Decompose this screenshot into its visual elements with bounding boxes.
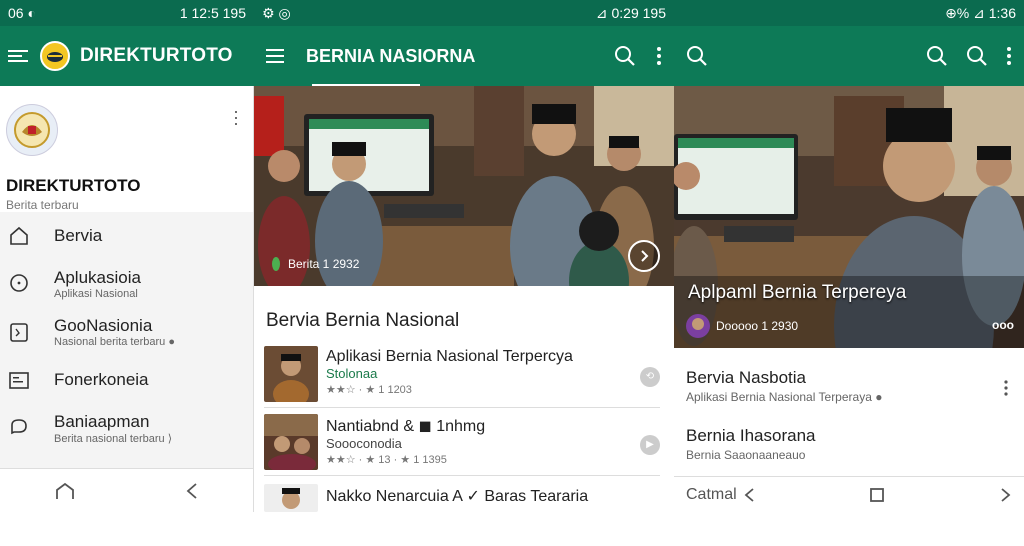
news-icon bbox=[8, 369, 30, 391]
article-list: Bervia Nasbotia Aplikasi Bernia Nasional… bbox=[674, 358, 1024, 474]
forward-icon[interactable] bbox=[1000, 487, 1012, 503]
hero-caption: Dooooo 1 2930 bbox=[686, 314, 798, 338]
drawer-item-baniaapman[interactable]: BaniaapmanBerita nasional terbaru ⟩ bbox=[0, 404, 253, 452]
article-thumbnail bbox=[264, 484, 318, 512]
document-icon bbox=[8, 321, 30, 343]
screen-title: BERNIA NASIORNA bbox=[306, 46, 594, 67]
list-item[interactable]: Bernia Ihasorana Bernia Saaonaaneauo bbox=[674, 416, 1024, 474]
drawer-item-bervia[interactable]: Bervia bbox=[0, 212, 253, 260]
nav-footer bbox=[0, 468, 253, 512]
item-title: Bervia Nasbotia bbox=[686, 368, 1012, 388]
item-subtitle: Bernia Saaonaaneauo bbox=[686, 448, 1012, 462]
home-icon bbox=[8, 225, 30, 247]
menu-icon[interactable] bbox=[266, 49, 286, 63]
article-title: Nakko Nenarcuia A ✓ Baras Teararia bbox=[326, 486, 660, 506]
list-item[interactable]: Aplikasi Bernia Nasional Terpercya Stolo… bbox=[264, 346, 660, 408]
hero-caption-text: Berita 1 2932 bbox=[288, 257, 359, 271]
avatar bbox=[686, 314, 710, 338]
article-meta: ★★☆ · ★ 13 · ★ 1 1395 bbox=[326, 453, 632, 466]
drawer-item-sub: Aplikasi Nasional bbox=[54, 288, 141, 300]
drawer-item-label: Baniaapman bbox=[54, 412, 172, 432]
article-meta: ★★☆ · ★ 1 1203 bbox=[326, 383, 632, 396]
app-bar bbox=[674, 26, 1024, 86]
recents-icon[interactable] bbox=[869, 487, 885, 503]
section-title: Bervia Bernia Nasional bbox=[266, 310, 459, 332]
back-icon bbox=[743, 487, 755, 503]
article-thumbnail bbox=[264, 346, 318, 402]
more-vert-icon[interactable] bbox=[1004, 380, 1008, 396]
featured-image[interactable]: Dooooo 1 2930 ooo bbox=[674, 86, 1024, 348]
list-item[interactable]: Nakko Nenarcuia A ✓ Baras Teararia bbox=[264, 484, 660, 546]
drawer-item-label: Bervia bbox=[54, 226, 102, 246]
article-title: Aplikasi Bernia Nasional Terpercya bbox=[326, 348, 632, 366]
featured-title: Aplpaml Bernia Terpereya bbox=[688, 282, 906, 304]
status-bar: 06 ◐ 1 12:5 195 bbox=[0, 0, 254, 26]
drawer-subtitle: Berita terbaru bbox=[6, 198, 247, 212]
more-vert-icon[interactable] bbox=[656, 46, 662, 66]
nav-home-icon[interactable] bbox=[54, 481, 76, 501]
leaf-icon bbox=[270, 256, 282, 272]
menu-icon[interactable] bbox=[8, 48, 30, 64]
app-title: DIREKTURTOTO bbox=[80, 45, 233, 67]
drawer-title: DIREKTURTOTO bbox=[6, 176, 247, 196]
drawer-item-goonasional[interactable]: GooNasioniaNasional berita terbaru ● bbox=[0, 308, 253, 356]
search-icon[interactable] bbox=[614, 45, 636, 67]
drawer-item-label: Fonerkoneia bbox=[54, 370, 149, 390]
article-title: Nantiabnd & ◼ 1nhmg bbox=[326, 416, 632, 436]
article-tag: Stolonaa bbox=[326, 366, 632, 381]
hero-caption: Berita 1 2932 bbox=[270, 256, 359, 272]
comment-icon bbox=[8, 417, 30, 439]
emblem-icon bbox=[6, 104, 58, 156]
bottom-label: Catmal bbox=[686, 486, 737, 504]
next-arrow-icon[interactable] bbox=[628, 240, 660, 272]
status-bar: ⊕% ⊿ 1:36 bbox=[674, 0, 1024, 26]
status-bar: ⚙ ◎ ⊿ 0:29 195 bbox=[254, 0, 674, 26]
drawer-item-label: GooNasionia bbox=[54, 316, 175, 336]
list-item[interactable]: Nantiabnd & ◼ 1nhmg Soooconodia ★★☆ · ★ … bbox=[264, 414, 660, 476]
status-left: ⚙ ◎ bbox=[262, 5, 291, 22]
search-icon[interactable] bbox=[926, 45, 948, 67]
search-icon[interactable] bbox=[686, 45, 708, 67]
more-vert-icon[interactable] bbox=[1006, 46, 1012, 66]
status-right: 1 12:5 195 bbox=[180, 5, 246, 21]
list-item[interactable]: Bervia Nasbotia Aplikasi Bernia Nasional… bbox=[674, 358, 1024, 416]
app-bar: DIREKTURTOTO bbox=[0, 26, 254, 86]
navigation-drawer: ··· DIREKTURTOTO Berita terbaru Bervia A… bbox=[0, 86, 254, 512]
hero-badge: ooo bbox=[992, 318, 1014, 332]
drawer-item-sub: Nasional berita terbaru ● bbox=[54, 336, 175, 348]
drawer-header: ··· DIREKTURTOTO Berita terbaru bbox=[0, 86, 253, 212]
app-bar: BERNIA NASIORNA bbox=[254, 26, 674, 86]
nav-back-button[interactable]: Catmal bbox=[686, 486, 755, 504]
hero-caption-text: Dooooo 1 2930 bbox=[716, 319, 798, 333]
drawer-item-label: Aplukasioia bbox=[54, 268, 141, 288]
item-title: Bernia Ihasorana bbox=[686, 426, 1012, 446]
nav-back-icon[interactable] bbox=[185, 482, 199, 500]
drawer-item-aplikasi[interactable]: AplukasioiaAplikasi Nasional bbox=[0, 260, 253, 308]
status-right: ⊿ 0:29 195 bbox=[596, 5, 666, 22]
more-icon[interactable]: ··· bbox=[233, 108, 239, 126]
article-tag: Soooconodia bbox=[326, 436, 632, 451]
drawer-item-sub: Berita nasional terbaru ⟩ bbox=[54, 432, 172, 445]
hero-image[interactable]: Berita 1 2932 bbox=[254, 86, 674, 286]
status-left: 06 ◐ bbox=[8, 5, 36, 21]
drawer-item-fonerkoneia[interactable]: Fonerkoneia bbox=[0, 356, 253, 404]
article-thumbnail bbox=[264, 414, 318, 470]
status-right: ⊕% ⊿ 1:36 bbox=[945, 5, 1016, 22]
item-subtitle: Aplikasi Bernia Nasional Terperaya ● bbox=[686, 390, 1012, 404]
search-icon[interactable] bbox=[966, 45, 988, 67]
app-logo-icon bbox=[40, 41, 70, 71]
share-icon[interactable]: ▶ bbox=[640, 435, 660, 455]
bottom-navigation: Catmal bbox=[674, 476, 1024, 512]
chat-icon bbox=[8, 273, 30, 295]
refresh-icon[interactable]: ⟲ bbox=[640, 367, 660, 387]
